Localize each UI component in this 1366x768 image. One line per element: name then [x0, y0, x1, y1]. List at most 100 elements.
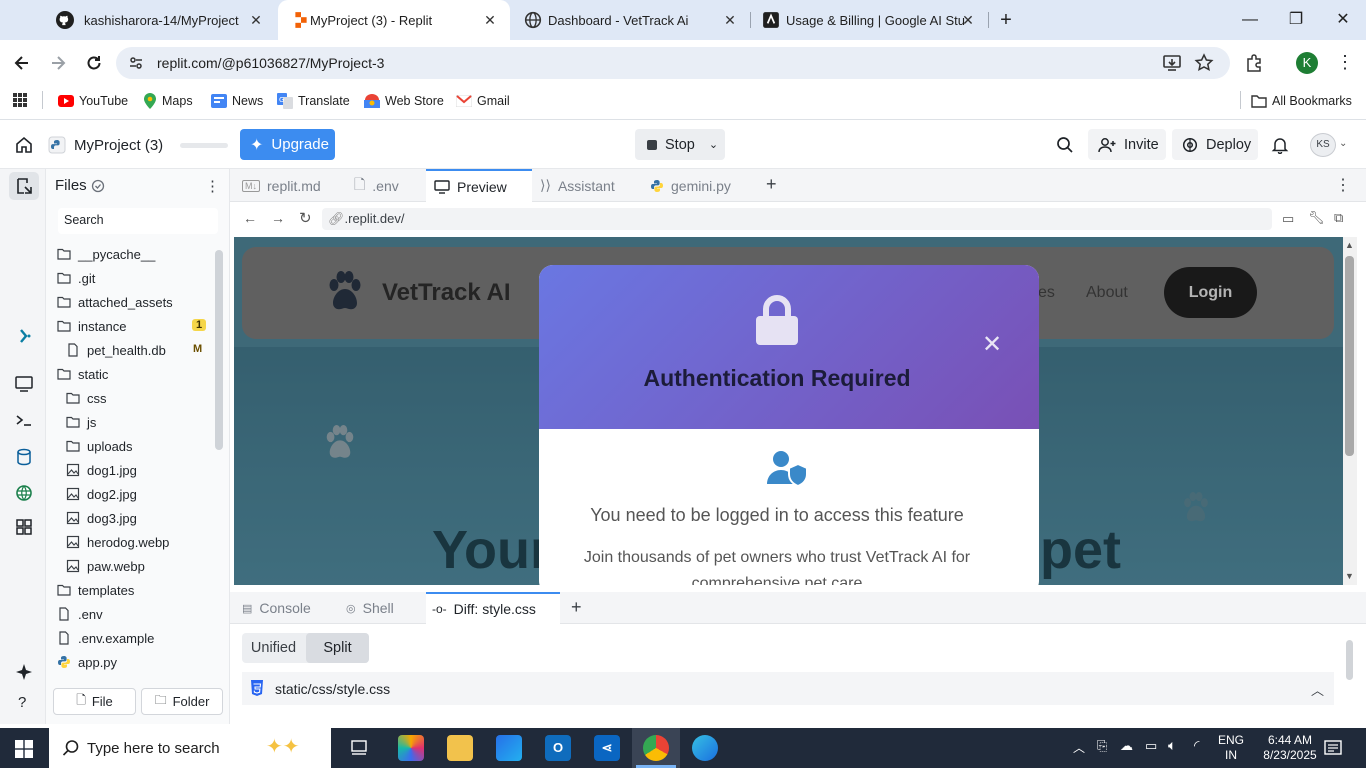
bookmark-web-store[interactable]: Web Store: [364, 92, 444, 110]
tab-menu-icon[interactable]: ⋮: [1335, 175, 1351, 195]
open-new-window-icon[interactable]: ⧉: [1334, 210, 1343, 226]
bookmark-youtube[interactable]: YouTube: [58, 92, 128, 110]
site-info-icon[interactable]: [128, 55, 144, 71]
file-tree-folder[interactable]: js: [66, 411, 210, 433]
project-switcher[interactable]: MyProject (3): [48, 131, 163, 159]
bookmark-news[interactable]: News: [211, 92, 263, 110]
minimize-button[interactable]: —: [1238, 8, 1262, 32]
file-tree-file[interactable]: dog3.jpg: [66, 507, 210, 529]
new-file-button[interactable]: 🗋 File: [53, 688, 136, 715]
tab-console[interactable]: ▤ Console: [240, 592, 340, 624]
chrome-icon[interactable]: [643, 735, 669, 761]
bottom-panel-scrollbar[interactable]: [1346, 640, 1353, 680]
home-icon[interactable]: [15, 136, 33, 154]
preview-forward-icon[interactable]: →: [271, 210, 285, 226]
file-tree-file[interactable]: dog2.jpg: [66, 483, 210, 505]
chrome-menu-icon[interactable]: ⋮: [1336, 52, 1354, 72]
copilot-app-icon[interactable]: [398, 735, 424, 761]
file-tree-file[interactable]: herodog.webp: [66, 531, 210, 553]
file-tree-folder[interactable]: instance: [57, 315, 210, 337]
file-tree-folder[interactable]: templates: [57, 579, 210, 601]
file-tree-file[interactable]: dog1.jpg: [66, 459, 210, 481]
tab-assistant[interactable]: ⟩⟩ Assistant: [534, 169, 642, 202]
notifications-icon[interactable]: [1324, 739, 1342, 757]
search-icon[interactable]: [1056, 136, 1074, 154]
file-tree-file[interactable]: paw.webp: [66, 555, 210, 577]
agent-icon[interactable]: [14, 326, 34, 346]
globe-icon[interactable]: [14, 483, 34, 503]
tab-shell[interactable]: ◎ Shell: [344, 592, 424, 624]
scroll-up-arrow-icon[interactable]: ▲: [1345, 240, 1354, 250]
preview-reload-icon[interactable]: ↻: [299, 209, 312, 227]
url-text[interactable]: replit.com/@p61036827/MyProject-3: [157, 55, 384, 71]
windows-start-icon[interactable]: [15, 740, 33, 758]
close-window-button[interactable]: ✕: [1331, 8, 1355, 32]
help-icon[interactable]: ?: [18, 694, 26, 711]
new-tab-button[interactable]: +: [994, 8, 1018, 32]
database-icon[interactable]: [14, 447, 34, 467]
bookmark-gmail[interactable]: Gmail: [456, 92, 510, 110]
chevron-down-icon[interactable]: ⌄: [1339, 138, 1347, 149]
chevron-down-icon[interactable]: ⌄: [709, 138, 718, 151]
user-avatar[interactable]: KS: [1310, 133, 1336, 157]
deploy-button[interactable]: Deploy: [1172, 129, 1258, 160]
monitor-icon[interactable]: [14, 374, 34, 394]
new-folder-button[interactable]: 🗀 Folder: [141, 688, 223, 715]
terminal-icon[interactable]: [14, 410, 34, 430]
ai-sparkle-icon[interactable]: [14, 662, 34, 682]
devices-icon[interactable]: ▭: [1282, 211, 1294, 227]
vscode-icon[interactable]: ⋖: [594, 735, 620, 761]
diff-unified-button[interactable]: Unified: [242, 633, 305, 663]
outlook-icon[interactable]: O: [545, 735, 571, 761]
show-hidden-icons-icon[interactable]: ︿: [1073, 739, 1085, 756]
scroll-down-arrow-icon[interactable]: ▼: [1345, 571, 1354, 581]
wifi-icon[interactable]: ◜: [1194, 737, 1199, 754]
bookmark-star-icon[interactable]: [1194, 53, 1214, 73]
file-tree-file[interactable]: app.py: [57, 651, 210, 673]
files-menu-icon[interactable]: ⋮: [205, 177, 220, 195]
volume-icon[interactable]: 🔈︎: [1168, 737, 1176, 754]
file-tree-folder[interactable]: uploads: [66, 435, 210, 457]
profile-avatar[interactable]: K: [1296, 52, 1318, 74]
tab-gemini-py[interactable]: gemini.py: [646, 169, 756, 202]
diff-file-header[interactable]: [242, 672, 1334, 705]
bookmark-maps[interactable]: Maps: [143, 92, 193, 110]
new-tab-plus-icon[interactable]: +: [571, 597, 582, 618]
close-icon[interactable]: ✕: [482, 12, 498, 28]
copilot-sparkle-icon[interactable]: ✦✦: [266, 734, 300, 759]
all-bookmarks[interactable]: All Bookmarks: [1251, 92, 1352, 110]
reload-icon[interactable]: [84, 53, 104, 73]
install-app-icon[interactable]: [1162, 53, 1182, 73]
file-tree-file[interactable]: .env: [57, 603, 210, 625]
browser-tab-github[interactable]: kashisharora-14/MyProject ✕: [36, 0, 276, 40]
upgrade-button[interactable]: ✦ Upgrade: [240, 129, 335, 160]
diff-split-button[interactable]: Split: [306, 633, 369, 663]
files-panel-icon[interactable]: [14, 176, 34, 196]
battery-icon[interactable]: ▭: [1145, 738, 1157, 754]
file-tree-file[interactable]: .env.example: [57, 627, 210, 649]
close-icon[interactable]: ✕: [722, 12, 738, 28]
modal-close-icon[interactable]: ✕: [982, 333, 1002, 357]
tab-env[interactable]: 🗋 .env: [348, 169, 424, 202]
task-view-icon[interactable]: [349, 738, 369, 758]
file-tree-folder[interactable]: .git: [57, 267, 210, 289]
browser-tab-vettrack[interactable]: Dashboard - VetTrack Ai ✕: [510, 0, 750, 40]
chevron-up-icon[interactable]: ︿: [1311, 680, 1324, 699]
bell-icon[interactable]: [1271, 136, 1289, 154]
file-tree-folder[interactable]: __pycache__: [57, 243, 210, 265]
file-explorer-icon[interactable]: [447, 735, 473, 761]
forward-icon[interactable]: [48, 53, 68, 73]
onedrive-icon[interactable]: ☁: [1120, 738, 1133, 754]
browser-tab-replit[interactable]: MyProject (3) - Replit ✕: [278, 0, 510, 40]
new-tab-plus-icon[interactable]: +: [766, 174, 777, 195]
close-icon[interactable]: ✕: [248, 12, 264, 28]
tab-preview[interactable]: Preview: [426, 169, 532, 202]
back-icon[interactable]: [12, 53, 32, 73]
preview-url-input[interactable]: 🔗︎.replit.dev/: [322, 208, 1272, 230]
browser-tab-ai-studio[interactable]: Usage & Billing | Google AI Stu ✕: [752, 0, 988, 40]
devtools-wrench-icon[interactable]: 🔧︎: [1308, 210, 1325, 226]
preview-pane[interactable]: VetTrack AI es About Login Your r pet ✕ …: [234, 237, 1343, 585]
bookmark-translate[interactable]: G Translate: [277, 92, 350, 110]
file-tree-folder[interactable]: attached_assets: [57, 291, 210, 313]
preview-scrollbar-thumb[interactable]: [1345, 256, 1354, 456]
